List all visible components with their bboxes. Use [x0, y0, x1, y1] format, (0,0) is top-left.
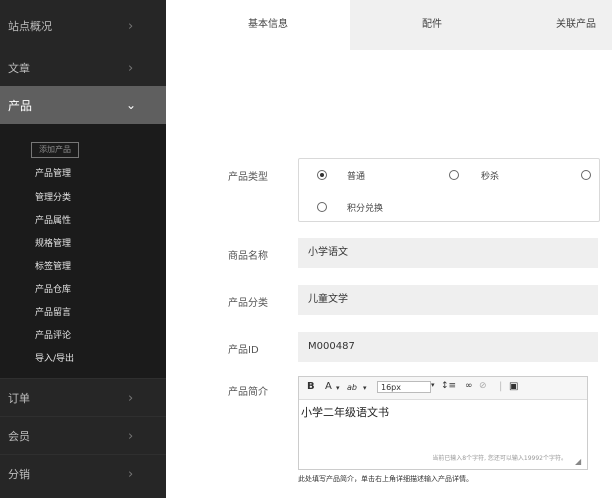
font-size-select[interactable]: 16px [377, 381, 431, 393]
tab-bar: 基本信息 配件 关联产品 [186, 0, 612, 50]
sidebar-item-label: 站点概况 [8, 20, 52, 33]
tab-accessories[interactable]: 配件 [350, 0, 514, 50]
submenu-item-reviews[interactable]: 产品评论 [35, 328, 71, 341]
submenu-item-warehouse[interactable]: 产品仓库 [35, 282, 71, 295]
sidebar-item-label: 分销 [8, 468, 30, 481]
product-desc-label: 产品简介 [228, 387, 268, 398]
sidebar-item-products[interactable]: 产品 ⌄ [0, 86, 166, 124]
sidebar-item-overview[interactable]: 站点概况 › [0, 6, 166, 46]
product-type-group: 普通 秒杀 积分兑换 [298, 158, 600, 222]
submenu-item-product-manage[interactable]: 产品管理 [35, 166, 71, 179]
product-type-label: 产品类型 [228, 172, 268, 183]
sidebar-submenu: 添加产品 产品管理 管理分类 产品属性 规格管理 标签管理 产品仓库 产品留言 … [0, 124, 166, 378]
product-name-label: 商品名称 [228, 251, 268, 262]
radio-normal-label: 普通 [347, 172, 366, 182]
main-content: 基本信息 配件 关联产品 产品类型 普通 秒杀 积分兑换 商品名称 小学语文 产… [166, 0, 612, 498]
editor-toolbar: B A ▾ ab ▾ 16px ▾ ↕≡ ∞ ⊘ | ▣ [299, 377, 587, 400]
toolbar-divider: | [499, 381, 503, 392]
submenu-item-import-export[interactable]: 导入/导出 [35, 351, 74, 364]
tab-related-products[interactable]: 关联产品 [514, 0, 612, 50]
product-id-label: 产品ID [228, 345, 259, 356]
submenu-item-messages[interactable]: 产品留言 [35, 305, 71, 318]
highlight-color-icon[interactable]: ab [347, 383, 357, 392]
char-counter: 当前已输入8个字符, 您还可以输入19992个字符。 [432, 455, 567, 462]
sidebar-item-articles[interactable]: 文章 › [0, 48, 166, 88]
bold-icon[interactable]: B [307, 381, 315, 392]
chevron-right-icon: › [128, 428, 134, 444]
radio-extra[interactable] [581, 170, 591, 180]
chevron-down-icon: ⌄ [126, 98, 137, 112]
sidebar-item-label: 订单 [8, 392, 30, 405]
chevron-right-icon: › [128, 18, 134, 34]
font-color-icon[interactable]: A [325, 381, 332, 392]
submenu-item-category-manage[interactable]: 管理分类 [35, 190, 71, 203]
chevron-down-icon[interactable]: ▾ [363, 384, 367, 392]
sidebar: 站点概况 › 文章 › 产品 ⌄ 添加产品 产品管理 管理分类 产品属性 规格管… [0, 0, 166, 498]
submenu-item-tag-manage[interactable]: 标签管理 [35, 259, 71, 272]
radio-normal[interactable] [317, 170, 327, 180]
unlink-icon[interactable]: ⊘ [479, 381, 487, 391]
add-product-button[interactable]: 添加产品 [31, 142, 79, 158]
chevron-right-icon: › [128, 60, 134, 76]
resize-handle-icon[interactable]: ◢ [575, 457, 585, 467]
radio-points-exchange[interactable] [317, 202, 327, 212]
radio-flash-sale-label: 秒杀 [481, 172, 500, 182]
radio-points-exchange-label: 积分兑换 [347, 204, 384, 214]
sidebar-item-orders[interactable]: 订单 › [0, 378, 166, 417]
radio-flash-sale[interactable] [449, 170, 459, 180]
line-height-icon[interactable]: ↕≡ [441, 381, 456, 391]
sidebar-item-label: 会员 [8, 430, 30, 443]
submenu-item-product-attributes[interactable]: 产品属性 [35, 213, 71, 226]
app-frame: 站点概况 › 文章 › 产品 ⌄ 添加产品 产品管理 管理分类 产品属性 规格管… [0, 0, 612, 498]
tab-basic-info[interactable]: 基本信息 [186, 0, 350, 50]
sidebar-item-distribution[interactable]: 分销 › [0, 454, 166, 493]
sidebar-item-members[interactable]: 会员 › [0, 416, 166, 455]
sidebar-item-label: 产品 [8, 98, 33, 113]
rich-text-editor: B A ▾ ab ▾ 16px ▾ ↕≡ ∞ ⊘ | ▣ 小学二年级语文书 当前… [298, 376, 588, 470]
product-category-label: 产品分类 [228, 298, 268, 309]
chevron-down-icon[interactable]: ▾ [431, 381, 435, 389]
sidebar-item-label: 文章 [8, 62, 30, 75]
product-name-input[interactable]: 小学语文 [298, 238, 598, 268]
product-category-input[interactable]: 儿童文学 [298, 285, 598, 315]
desc-hint: 此处填写产品简介，单击右上角详细描述输入产品详情。 [298, 475, 473, 483]
chevron-down-icon[interactable]: ▾ [336, 384, 340, 392]
chevron-right-icon: › [128, 466, 134, 482]
link-icon[interactable]: ∞ [465, 381, 473, 391]
product-id-input[interactable]: M000487 [298, 332, 598, 362]
insert-image-icon[interactable]: ▣ [509, 381, 518, 392]
chevron-right-icon: › [128, 390, 134, 406]
editor-content[interactable]: 小学二年级语文书 [301, 404, 389, 420]
submenu-item-spec-manage[interactable]: 规格管理 [35, 236, 71, 249]
